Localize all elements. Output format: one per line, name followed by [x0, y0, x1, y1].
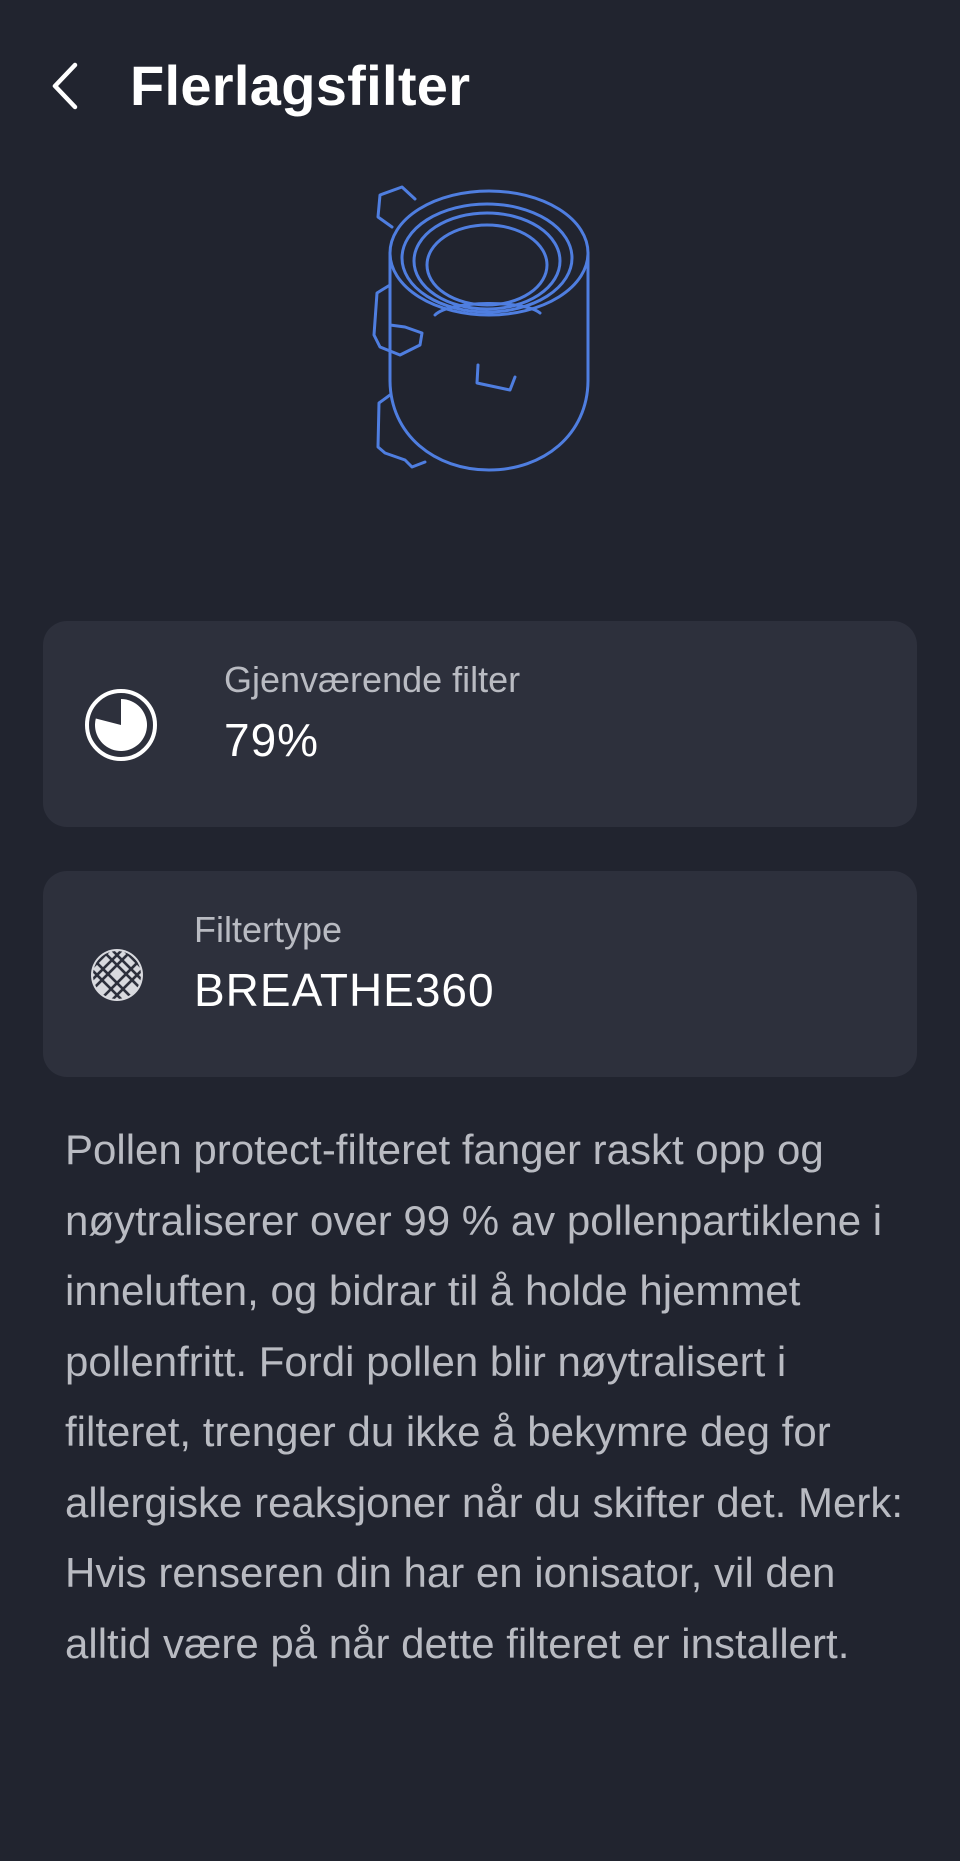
remaining-filter-card: Gjenværende filter 79% — [43, 621, 917, 827]
filter-life-gauge-icon — [83, 687, 159, 763]
filter-type-value: BREATHE360 — [194, 964, 495, 1016]
filter-type-card: Filtertype BREATHE360 — [43, 871, 917, 1077]
mesh-filter-icon — [87, 945, 147, 1005]
filter-description: Pollen protect-filteret fanger raskt opp… — [65, 1126, 904, 1667]
app-header: Flerlagsfilter — [0, 0, 960, 180]
remaining-filter-label: Gjenværende filter — [224, 659, 521, 700]
filter-type-label: Filtertype — [194, 909, 343, 950]
cylindrical-filter-illustration — [360, 185, 600, 485]
page-title: Flerlagsfilter — [130, 54, 471, 117]
back-button[interactable] — [36, 50, 92, 122]
chevron-left-icon — [52, 62, 78, 110]
remaining-filter-value: 79% — [224, 714, 320, 766]
